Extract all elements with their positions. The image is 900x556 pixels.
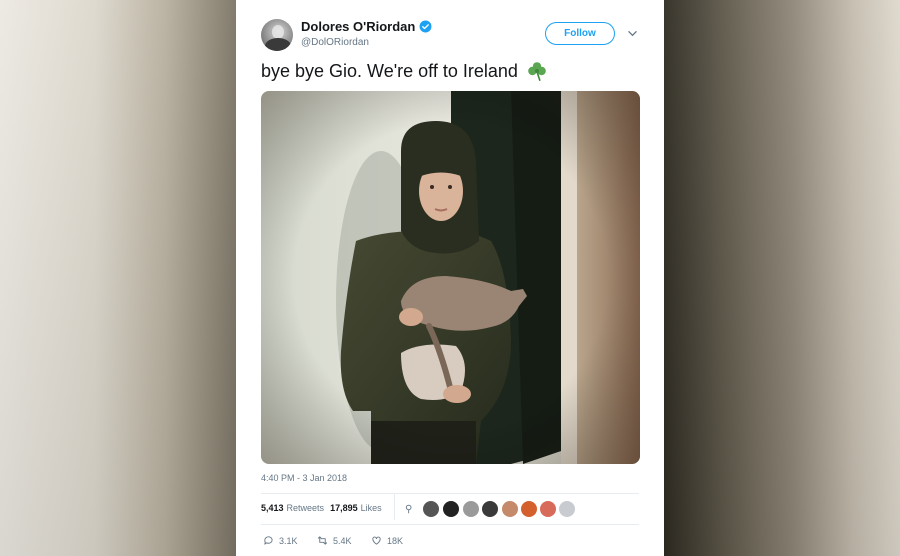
engagement-stats: 5,413 Retweets 17,895 Likes [261,503,382,513]
retweet-action[interactable]: 5.4K [317,535,352,546]
tweet-timestamp[interactable]: 4:40 PM - 3 Jan 2018 [261,473,347,483]
liker-avatar[interactable] [540,501,556,517]
verified-badge-icon [419,20,432,33]
tweet-text: bye bye Gio. We're off to Ireland [261,60,548,82]
liker-avatar[interactable] [559,501,575,517]
reply-icon [264,536,273,545]
likes-stat[interactable]: 17,895 Likes [330,503,382,513]
retweets-count: 5,413 [261,503,284,513]
liker-avatar[interactable] [463,501,479,517]
liker-avatar[interactable] [521,501,537,517]
divider [261,524,639,525]
liker-avatar[interactable] [423,501,439,517]
follow-button[interactable]: Follow [545,22,615,45]
display-name[interactable]: Dolores O'Riordan [301,19,415,34]
shamrock-icon [528,62,546,81]
chevron-down-icon[interactable] [628,30,637,37]
tweet-card: Dolores O'Riordan @DolORiordan Follow by… [236,0,664,556]
likers-icon: ⚲ [405,504,413,515]
retweets-label: Retweets [286,503,325,513]
tweet-body: bye bye Gio. We're off to Ireland [261,60,518,81]
user-handle[interactable]: @DolORiordan [301,37,369,48]
background-blur-right [664,0,900,556]
like-action[interactable]: 18K [371,535,403,546]
heart-icon [372,536,381,545]
retweet-count: 5.4K [333,535,352,546]
tweet-photo[interactable] [261,91,640,464]
liker-avatar[interactable] [502,501,518,517]
like-count: 18K [387,535,404,546]
author-name-row: Dolores O'Riordan [301,19,432,34]
likes-count: 17,895 [330,503,358,513]
stats-separator [394,494,395,520]
reply-count: 3.1K [279,535,298,546]
liker-avatar[interactable] [482,501,498,517]
reply-action[interactable]: 3.1K [263,535,298,546]
avatar[interactable] [261,19,293,51]
retweet-icon [317,536,328,545]
retweets-stat[interactable]: 5,413 Retweets [261,503,324,513]
divider [261,493,639,494]
likes-label: Likes [360,503,382,513]
background-blur-left [0,0,236,556]
liker-avatar[interactable] [443,501,459,517]
